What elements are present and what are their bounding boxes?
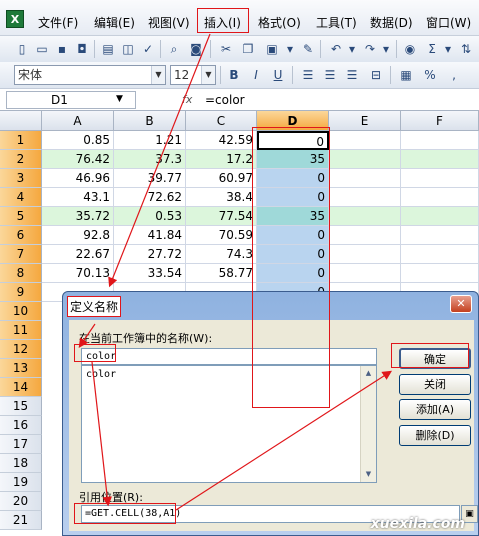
arrow-insert-to-dialog: [108, 33, 211, 288]
arrow-refers-to-ok: [175, 370, 393, 511]
annotation-arrows: [78, 33, 393, 511]
watermark-text: xuexila.com: [370, 516, 465, 532]
arrow-title-to-name: [78, 323, 96, 348]
arrow-name-to-refers: [91, 361, 112, 507]
